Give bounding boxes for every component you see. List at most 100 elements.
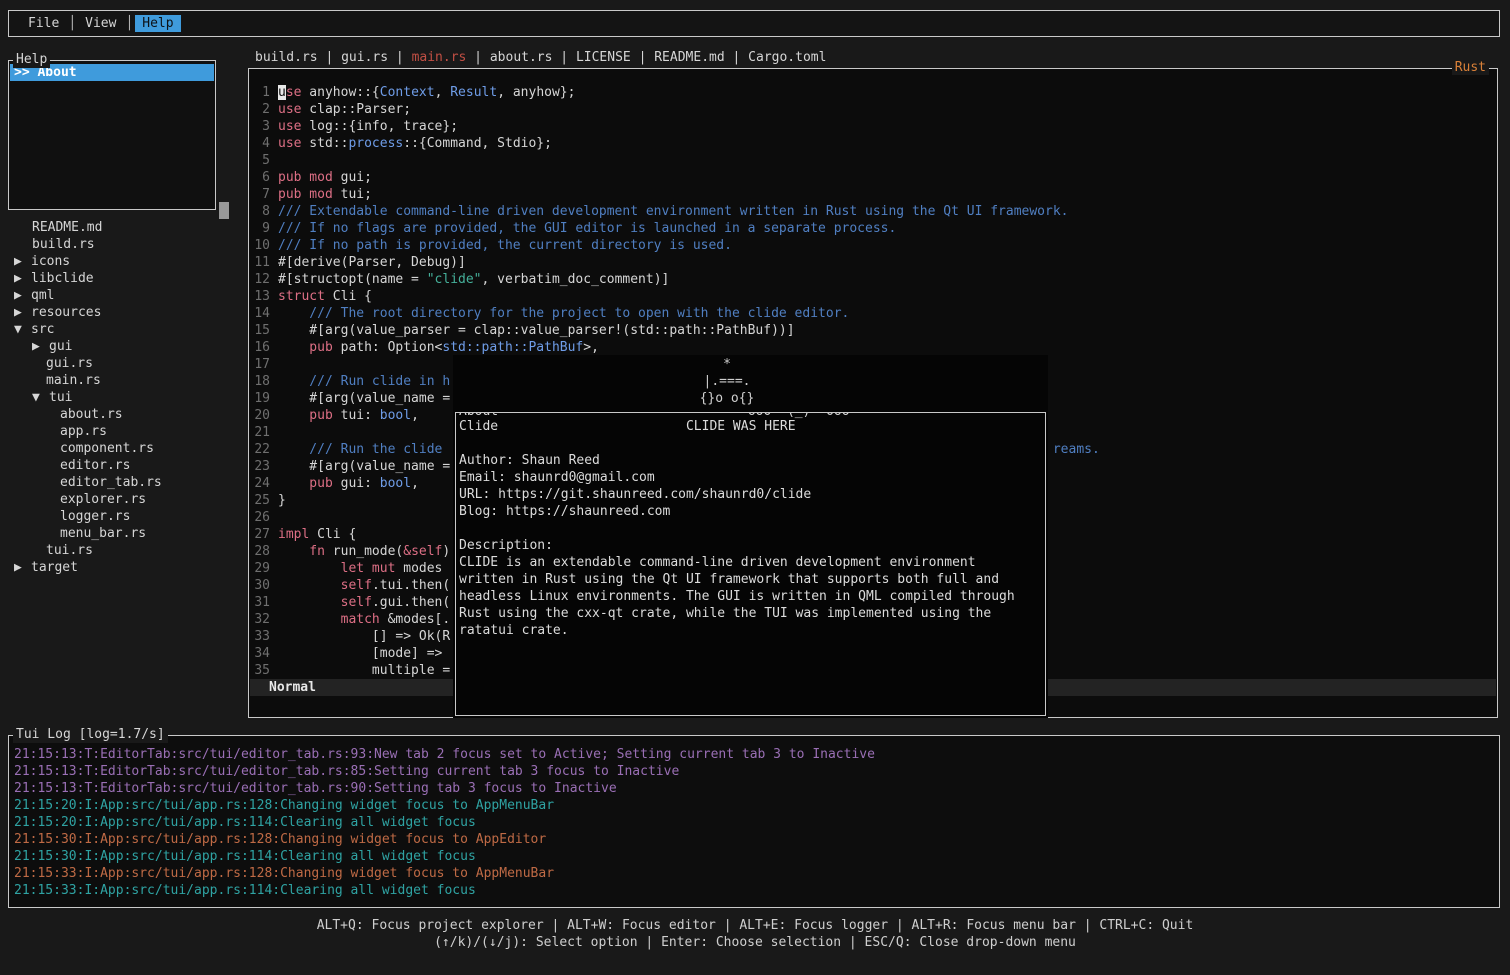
explorer-item-about.rs[interactable]: about.rs [8, 406, 244, 423]
explorer-item-src[interactable]: ▼src [8, 321, 244, 338]
log-entry: 21:15:13:T:EditorTab:src/tui/editor_tab.… [14, 780, 1499, 797]
explorer-item-editor_tab.rs[interactable]: editor_tab.rs [8, 474, 244, 491]
code-token: #[arg(value_name = [278, 391, 450, 406]
log-entry: 21:15:13:T:EditorTab:src/tui/editor_tab.… [14, 746, 1499, 763]
explorer-item-label: tui.rs [46, 543, 93, 558]
line-number: 26 [253, 509, 270, 526]
chevron-right-icon[interactable]: ▶ [14, 270, 31, 287]
line-number: 13 [253, 288, 270, 305]
log-entry: 21:15:13:T:EditorTab:src/tui/editor_tab.… [14, 763, 1499, 780]
line-number: 27 [253, 526, 270, 543]
explorer-item-tui.rs[interactable]: tui.rs [8, 542, 244, 559]
tab-LICENSE[interactable]: LICENSE [576, 50, 631, 65]
line-number: 16 [253, 339, 270, 356]
code-token: #[arg(value_parser = clap::value_parser!… [278, 323, 795, 338]
code-token: anyhow::{ [301, 85, 379, 100]
code-token: /// Run the clide [278, 442, 442, 457]
menu-item-view[interactable]: View [78, 15, 123, 32]
line-number: 30 [253, 577, 270, 594]
code-token: .tui.then( [372, 578, 450, 593]
chevron-right-icon[interactable]: ▶ [14, 287, 31, 304]
line-number: 14 [253, 305, 270, 322]
explorer-item-editor.rs[interactable]: editor.rs [8, 457, 244, 474]
explorer-item-app.rs[interactable]: app.rs [8, 423, 244, 440]
menu-item-help[interactable]: Help [135, 15, 180, 32]
tab-Cargo.toml[interactable]: Cargo.toml [748, 50, 826, 65]
explorer-item-logger.rs[interactable]: logger.rs [8, 508, 244, 525]
tab-gui.rs[interactable]: gui.rs [341, 50, 388, 65]
ascii-art-owl-feet: -ooO--(_)--Ooo- [739, 412, 858, 419]
explorer-item-icons[interactable]: ▶icons [8, 253, 244, 270]
tui-log-panel[interactable]: Tui Log [log=1.7/s] 21:15:13:T:EditorTab… [8, 735, 1500, 908]
explorer-item-build.rs[interactable]: build.rs [8, 236, 244, 253]
menu-separator: │ [125, 16, 133, 31]
explorer-item-label: editor_tab.rs [60, 475, 162, 490]
explorer-item-tui[interactable]: ▼tui [8, 389, 244, 406]
tui-log-entries: 21:15:13:T:EditorTab:src/tui/editor_tab.… [9, 736, 1499, 899]
explorer-item-label: qml [31, 288, 54, 303]
explorer-item-libclide[interactable]: ▶libclide [8, 270, 244, 287]
explorer-item-label: build.rs [32, 237, 95, 252]
code-token: impl [278, 527, 309, 542]
about-dialog-title: About [458, 412, 499, 419]
explorer-item-label: editor.rs [60, 458, 130, 473]
language-badge: Rust [1452, 60, 1489, 75]
explorer-item-label: README.md [32, 220, 102, 235]
explorer-item-label: explorer.rs [60, 492, 146, 507]
tab-separator: | [725, 50, 748, 65]
explorer-item-menu_bar.rs[interactable]: menu_bar.rs [8, 525, 244, 542]
tab-separator: | [631, 50, 654, 65]
explorer-item-target[interactable]: ▶target [8, 559, 244, 576]
explorer-item-label: tui [49, 390, 72, 405]
vim-mode-label: Normal [269, 680, 316, 695]
code-token: ) [442, 544, 450, 559]
code-token: clap::Parser; [301, 102, 411, 117]
editor-tab-bar: build.rs | gui.rs | main.rs | about.rs |… [255, 49, 826, 66]
chevron-right-icon[interactable]: ▶ [32, 338, 49, 355]
project-explorer: README.mdbuild.rs▶icons▶libclide▶qml▶res… [8, 219, 244, 576]
chevron-down-icon[interactable]: ▼ [14, 321, 31, 338]
code-token: match [341, 612, 380, 627]
log-entry: 21:15:30:I:App:src/tui/app.rs:114:Cleari… [14, 848, 1499, 865]
tab-main.rs[interactable]: main.rs [412, 50, 467, 65]
tab-build.rs[interactable]: build.rs [255, 50, 318, 65]
code-token [278, 612, 341, 627]
line-number: 7 [253, 186, 270, 203]
chevron-right-icon[interactable]: ▶ [14, 304, 31, 321]
explorer-item-main.rs[interactable]: main.rs [8, 372, 244, 389]
code-token: modes [395, 561, 442, 576]
help-dropdown-title: Help [13, 52, 50, 68]
explorer-item-README.md[interactable]: README.md [8, 219, 244, 236]
about-dialog-box: About -ooO--(_)--Ooo- Clide CLIDE WAS HE… [455, 412, 1046, 716]
explorer-item-label: target [31, 560, 78, 575]
explorer-item-gui.rs[interactable]: gui.rs [8, 355, 244, 372]
code-token: &modes[. [380, 612, 450, 627]
chevron-right-icon[interactable]: ▶ [14, 559, 31, 576]
code-line-10: 10/// If no path is provided, the curren… [253, 237, 1497, 254]
explorer-item-qml[interactable]: ▶qml [8, 287, 244, 304]
menu-item-file[interactable]: File [21, 15, 66, 32]
explorer-item-component.rs[interactable]: component.rs [8, 440, 244, 457]
line-number: 1 [253, 84, 270, 101]
explorer-item-gui[interactable]: ▶gui [8, 338, 244, 355]
line-number: 32 [253, 611, 270, 628]
help-dropdown-menu: Help >> About [8, 60, 216, 210]
log-entry: 21:15:20:I:App:src/tui/app.rs:114:Cleari… [14, 814, 1499, 831]
code-token: std:: [301, 136, 348, 151]
code-token: tui; [333, 187, 372, 202]
explorer-item-resources[interactable]: ▶resources [8, 304, 244, 321]
explorer-item-label: logger.rs [60, 509, 130, 524]
code-token: >, [583, 340, 599, 355]
chevron-right-icon[interactable]: ▶ [14, 253, 31, 270]
code-token: gui; [333, 170, 372, 185]
code-token: /// Extendable command-line driven devel… [278, 204, 1069, 219]
explorer-item-label: menu_bar.rs [60, 526, 146, 541]
explorer-item-explorer.rs[interactable]: explorer.rs [8, 491, 244, 508]
chevron-down-icon[interactable]: ▼ [32, 389, 49, 406]
tab-README.md[interactable]: README.md [654, 50, 724, 65]
tab-about.rs[interactable]: about.rs [490, 50, 553, 65]
code-line-7: 7pub mod tui; [253, 186, 1497, 203]
tab-separator: | [466, 50, 489, 65]
explorer-item-label: component.rs [60, 441, 154, 456]
explorer-scrollbar-thumb[interactable] [219, 202, 229, 219]
